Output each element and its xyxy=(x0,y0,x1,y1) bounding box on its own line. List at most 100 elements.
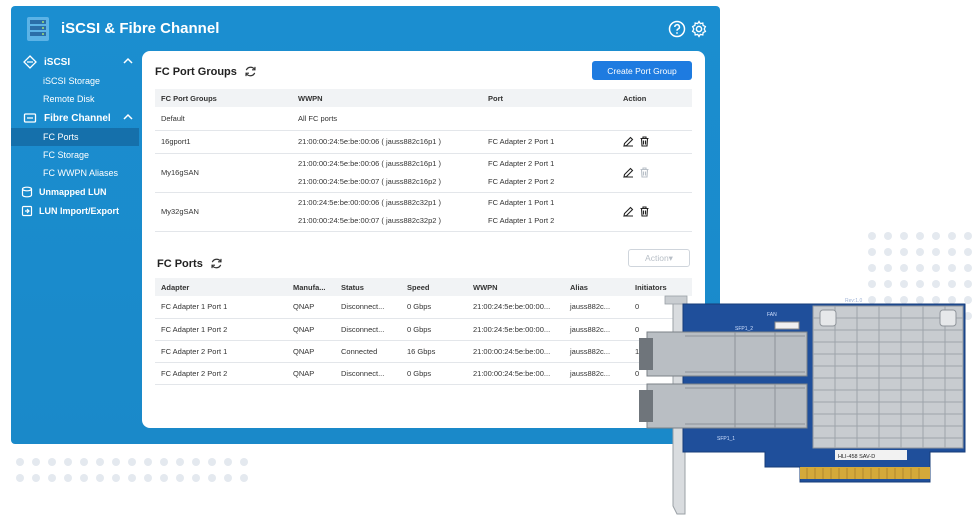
table-row[interactable]: 16gport1 21:00:00:24:5e:be:00:06 ( jauss… xyxy=(155,130,692,154)
import-export-icon xyxy=(21,205,33,216)
group-port xyxy=(482,107,617,131)
port-wwpn: 21:00:24:5e:be:00:00... xyxy=(467,318,564,341)
decor-dot xyxy=(16,458,24,466)
decor-dot xyxy=(208,474,216,482)
column-header[interactable]: Adapter xyxy=(155,278,287,296)
chevron-up-icon[interactable] xyxy=(123,57,133,65)
sidebar-item-fc-wwpn-aliases[interactable]: FC WWPN Aliases xyxy=(11,164,139,182)
port-manufacturer: QNAP xyxy=(287,318,335,341)
iscsi-icon xyxy=(23,55,37,69)
port-wwpn: 21:00:00:24:5e:be:00... xyxy=(467,340,564,363)
decor-dot xyxy=(240,474,248,482)
card-label-sticker: HLI-458 SAV-D xyxy=(838,454,875,460)
decor-dot xyxy=(868,280,876,288)
app-title: iSCSI & Fibre Channel xyxy=(61,20,220,37)
action-dropdown-button[interactable]: Action▾ xyxy=(628,249,690,267)
table-row[interactable]: My16gSAN 21:00:00:24:5e:be:00:06 ( jauss… xyxy=(155,153,692,193)
table-row[interactable]: Default All FC ports xyxy=(155,107,692,131)
column-header[interactable]: WWPN xyxy=(467,278,564,296)
decor-dot xyxy=(112,474,120,482)
nav-group-iscsi[interactable]: iSCSI xyxy=(11,52,139,72)
port-alias: jauss882c... xyxy=(564,362,629,385)
content-panel: FC Port Groups Create Port Group FC Port… xyxy=(142,51,705,428)
column-header[interactable]: WWPN xyxy=(292,89,482,107)
decor-dot xyxy=(240,458,248,466)
column-header[interactable]: Action xyxy=(617,89,692,107)
group-wwpn: 21:00:24:5e:be:00:00:06 ( jauss882c32p1 … xyxy=(298,198,442,207)
edit-icon[interactable] xyxy=(623,167,634,178)
decor-dot xyxy=(192,474,200,482)
chevron-up-icon[interactable] xyxy=(123,113,133,121)
port-alias: jauss882c... xyxy=(564,318,629,341)
table-header-row: Adapter Manufa... Status Speed WWPN Alia… xyxy=(155,278,692,296)
port-manufacturer: QNAP xyxy=(287,296,335,319)
group-wwpn: 21:00:00:24:5e:be:00:06 ( jauss882c16p1 … xyxy=(298,159,442,168)
card-silkscreen: Rev:1.0 xyxy=(845,298,862,304)
port-adapter: FC Adapter 2 Port 1 xyxy=(155,340,287,363)
sidebar-item-unmapped-lun[interactable]: Unmapped LUN xyxy=(11,182,139,201)
title-bar: iSCSI & Fibre Channel xyxy=(11,6,720,52)
column-header[interactable]: Speed xyxy=(401,278,467,296)
port-alias: jauss882c... xyxy=(564,296,629,319)
refresh-icon[interactable] xyxy=(210,257,223,270)
create-port-group-button[interactable]: Create Port Group xyxy=(592,61,692,80)
card-silkscreen: SFP1_1 xyxy=(717,436,735,442)
table-row[interactable]: My32gSAN 21:00:24:5e:be:00:00:06 ( jauss… xyxy=(155,192,692,232)
group-wwpn: All FC ports xyxy=(292,107,482,131)
sidebar-item-remote-disk[interactable]: Remote Disk xyxy=(11,90,139,108)
group-port: FC Adapter 2 Port 2 xyxy=(488,177,555,186)
decor-dot xyxy=(96,474,104,482)
edit-icon[interactable] xyxy=(623,136,634,147)
decor-dot xyxy=(948,280,956,288)
decor-dot xyxy=(144,474,152,482)
decor-dot xyxy=(868,264,876,272)
delete-icon[interactable] xyxy=(639,136,650,147)
decor-dot xyxy=(176,474,184,482)
decor-dot xyxy=(900,248,908,256)
column-header[interactable]: Port xyxy=(482,89,617,107)
decor-dot xyxy=(192,458,200,466)
fc-adapter-card-image: Rev:1.0 SFP1_2 SFP1_1 FAN HLI-458 SAV-D xyxy=(639,295,966,515)
group-name: Default xyxy=(155,107,292,131)
gear-icon[interactable] xyxy=(690,20,708,38)
decor-dot xyxy=(96,458,104,466)
decor-dot xyxy=(32,458,40,466)
decor-dot xyxy=(964,232,972,240)
edit-icon[interactable] xyxy=(623,206,634,217)
table-row[interactable]: FC Adapter 1 Port 1 QNAP Disconnect... 0 Gb… xyxy=(155,296,692,319)
fibre-channel-icon xyxy=(23,113,37,123)
table-row[interactable]: FC Adapter 2 Port 2 QNAP Disconnect... 0 Gb… xyxy=(155,362,692,385)
table-row[interactable]: FC Adapter 2 Port 1 QNAP Connected 16 Gbps 2… xyxy=(155,340,692,363)
port-status: Disconnect... xyxy=(335,362,401,385)
port-speed: 0 Gbps xyxy=(401,362,467,385)
decor-dot xyxy=(900,280,908,288)
help-icon[interactable] xyxy=(668,20,686,38)
port-adapter: FC Adapter 1 Port 1 xyxy=(155,296,287,319)
port-adapter: FC Adapter 1 Port 2 xyxy=(155,318,287,341)
column-header[interactable]: FC Port Groups xyxy=(155,89,292,107)
group-wwpn: 21:00:00:24:5e:be:00:07 ( jauss882c32p2 … xyxy=(298,216,442,225)
group-port: FC Adapter 2 Port 1 xyxy=(488,159,555,168)
sidebar-item-fc-ports[interactable]: FC Ports xyxy=(11,128,139,146)
sidebar-item-fc-storage[interactable]: FC Storage xyxy=(11,146,139,164)
decor-dot xyxy=(224,458,232,466)
column-header[interactable]: Manufa... xyxy=(287,278,335,296)
card-silkscreen: FAN xyxy=(767,312,777,318)
decor-dot xyxy=(884,264,892,272)
group-wwpn: 21:00:00:24:5e:be:00:06 ( jauss882c16p1 … xyxy=(292,130,482,154)
column-header[interactable]: Alias xyxy=(564,278,629,296)
row-actions xyxy=(623,206,692,217)
delete-icon[interactable] xyxy=(639,206,650,217)
decor-dot xyxy=(884,248,892,256)
sidebar-item-lun-import-export[interactable]: LUN Import/Export xyxy=(11,201,139,220)
decor-dot xyxy=(948,264,956,272)
column-header[interactable]: Status xyxy=(335,278,401,296)
sidebar-item-iscsi-storage[interactable]: iSCSI Storage xyxy=(11,72,139,90)
stage: iSCSI & Fibre Channel iSCSI iSCSI Storag… xyxy=(0,0,980,530)
refresh-icon[interactable] xyxy=(244,65,257,78)
decor-dot xyxy=(160,458,168,466)
table-row[interactable]: FC Adapter 1 Port 2 QNAP Disconnect... 0 Gb… xyxy=(155,318,692,341)
group-wwpn: 21:00:00:24:5e:be:00:07 ( jauss882c16p2 … xyxy=(298,177,442,186)
nav-group-fibre-channel[interactable]: Fibre Channel xyxy=(11,108,139,128)
port-status: Connected xyxy=(335,340,401,363)
